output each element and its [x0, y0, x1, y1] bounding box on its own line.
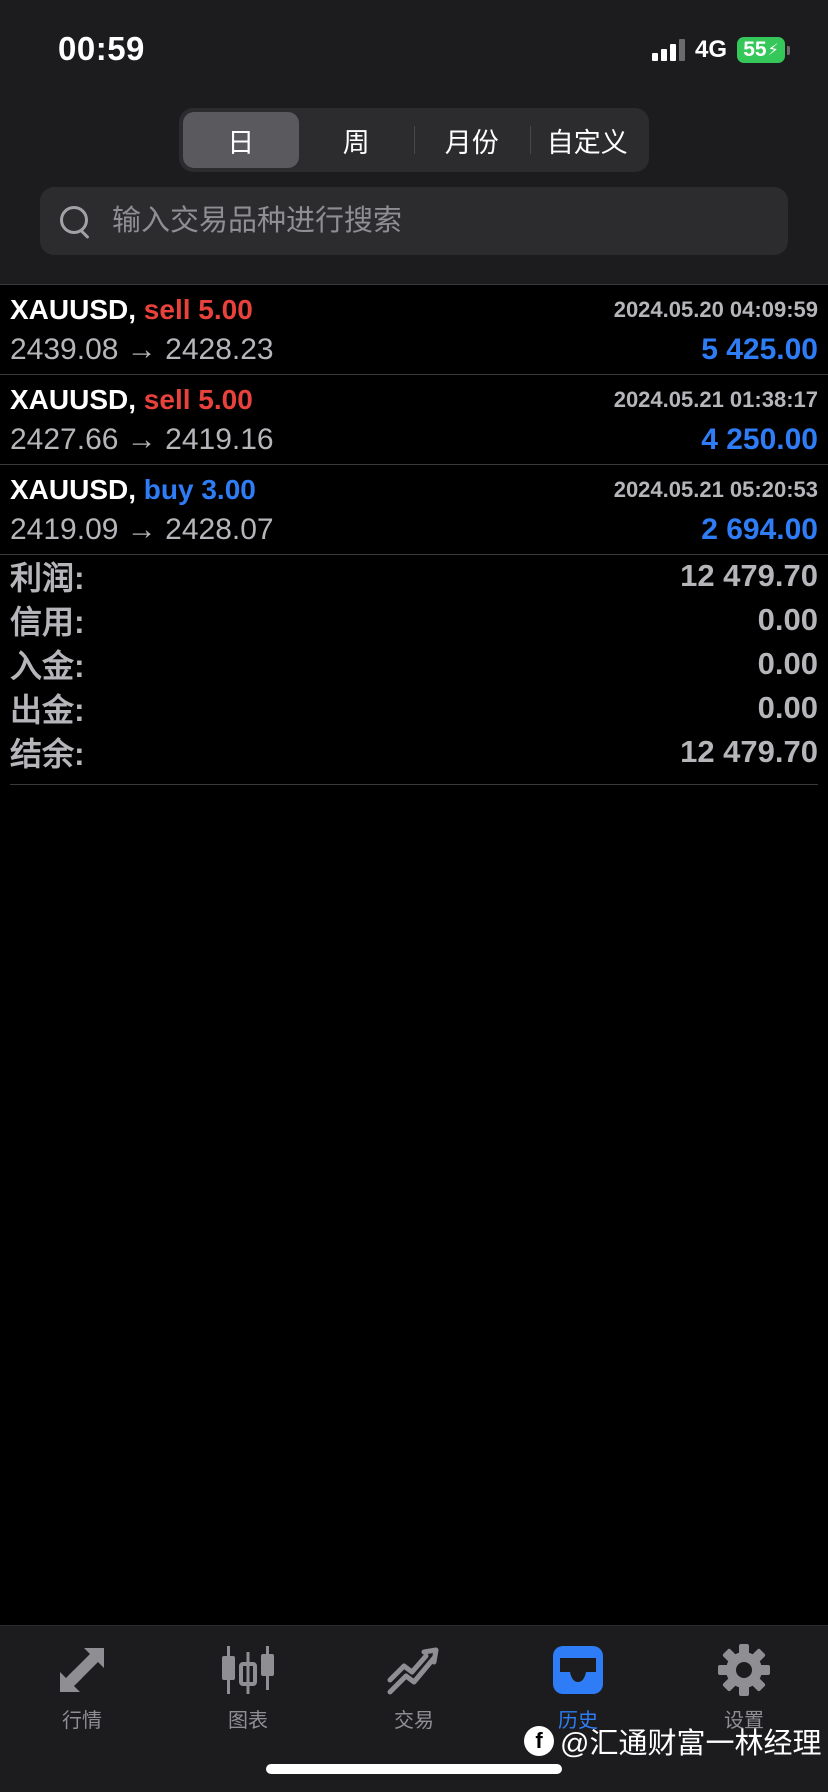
tab-label: 图表 [228, 1710, 268, 1732]
segment-month[interactable]: 月份 [414, 112, 530, 168]
segment-week[interactable]: 周 [299, 112, 415, 168]
trade-side: sell [143, 294, 191, 325]
summary-credit: 信用: 0.00 [10, 598, 818, 642]
watermark-text: @汇通财富一林经理 [560, 1728, 822, 1760]
trade-open-price: 2439.08 [10, 333, 119, 366]
tab-trade[interactable]: 交易 [354, 1640, 474, 1733]
account-summary: 利润: 12 479.70 信用: 0.00 入金: 0.00 出金: 0.00… [10, 554, 818, 785]
tab-chart[interactable]: 图表 [188, 1640, 308, 1733]
watermark: f @汇通财富一林经理 [524, 1720, 821, 1762]
arrow-right-icon: → [126, 513, 157, 546]
tab-label: 交易 [394, 1710, 434, 1732]
trade-side: buy [143, 474, 194, 505]
status-time: 00:59 [58, 30, 145, 67]
trade-close-price: 2419.16 [165, 423, 274, 456]
trade-profit: 2 694.00 [701, 513, 818, 546]
arrow-right-icon: → [126, 423, 157, 456]
trade-volume: 5.00 [198, 384, 253, 415]
search-icon [56, 202, 94, 240]
summary-value: 0.00 [757, 602, 818, 637]
history-screen: 00:59 4G 55⚡ 日 周 月份 自定义 XAUUSD, sell 5.0… [0, 0, 828, 1792]
trade-trend-icon [384, 1640, 444, 1700]
summary-balance: 结余: 12 479.70 [10, 730, 818, 774]
search-input[interactable] [112, 204, 752, 238]
trade-profit: 5 425.00 [701, 333, 818, 366]
trade-profit: 4 250.00 [701, 423, 818, 456]
trade-volume: 3.00 [201, 474, 256, 505]
summary-label: 信用: [10, 604, 85, 640]
search-bar[interactable] [40, 187, 788, 255]
trade-row[interactable]: XAUUSD, sell 5.00 2024.05.20 04:09:59 24… [0, 285, 828, 375]
trade-row[interactable]: XAUUSD, buy 3.00 2024.05.21 05:20:53 241… [0, 465, 828, 555]
period-segmented-control: 日 周 月份 自定义 [179, 108, 649, 172]
quotes-arrows-icon [52, 1640, 112, 1700]
trade-symbol: XAUUSD, [10, 384, 137, 415]
trade-row[interactable]: XAUUSD, sell 5.00 2024.05.21 01:38:17 24… [0, 375, 828, 465]
battery-level: 55 [743, 38, 767, 61]
trade-close-price: 2428.07 [165, 513, 274, 546]
battery-icon: 55 ⚡ [737, 37, 790, 63]
candlestick-chart-icon [218, 1640, 278, 1700]
summary-value: 12 479.70 [680, 558, 818, 593]
tab-label: 行情 [62, 1710, 102, 1732]
charging-bolt-icon: ⚡ [767, 42, 779, 59]
header-area: 00:59 4G 55 ⚡ 日 周 月份 自定义 [0, 0, 828, 284]
gear-icon [714, 1640, 774, 1700]
arrow-right-icon: → [126, 333, 157, 366]
summary-label: 结余: [10, 736, 85, 772]
summary-profit: 利润: 12 479.70 [10, 554, 818, 598]
trade-symbol: XAUUSD, [10, 294, 137, 325]
tab-quotes[interactable]: 行情 [22, 1640, 142, 1733]
trade-open-price: 2419.09 [10, 513, 119, 546]
facebook-icon: f [524, 1726, 554, 1756]
cellular-signal-icon [651, 39, 685, 61]
trade-volume: 5.00 [198, 294, 253, 325]
summary-value: 0.00 [757, 690, 818, 725]
status-indicators: 4G 55 ⚡ [651, 34, 790, 66]
trade-list: XAUUSD, sell 5.00 2024.05.20 04:09:59 24… [0, 284, 828, 555]
summary-label: 入金: [10, 648, 85, 684]
history-inbox-icon [548, 1640, 608, 1700]
summary-label: 出金: [10, 692, 85, 728]
trade-side: sell [143, 384, 191, 415]
summary-deposit: 入金: 0.00 [10, 642, 818, 686]
trade-time: 2024.05.20 04:09:59 [613, 297, 818, 322]
segment-day[interactable]: 日 [183, 112, 299, 168]
network-type: 4G [694, 36, 727, 63]
trade-open-price: 2427.66 [10, 423, 119, 456]
summary-value: 0.00 [757, 646, 818, 681]
segment-custom[interactable]: 自定义 [529, 112, 646, 168]
trade-close-price: 2428.23 [165, 333, 274, 366]
summary-value: 12 479.70 [680, 734, 818, 769]
home-indicator[interactable] [266, 1764, 562, 1774]
summary-label: 利润: [10, 560, 85, 596]
trade-time: 2024.05.21 01:38:17 [613, 387, 818, 412]
trade-symbol: XAUUSD, [10, 474, 137, 505]
summary-withdrawal: 出金: 0.00 [10, 686, 818, 730]
trade-time: 2024.05.21 05:20:53 [613, 477, 818, 502]
